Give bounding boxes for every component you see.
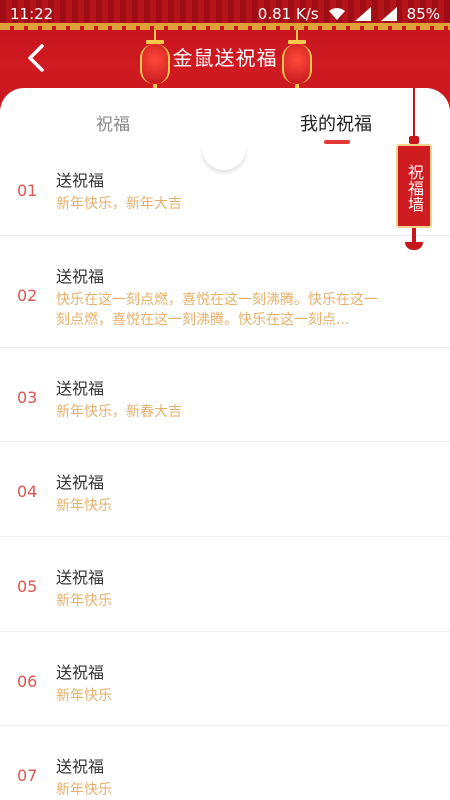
battery-level: 85% xyxy=(406,5,440,23)
signal-icon xyxy=(354,7,371,21)
wifi-icon xyxy=(328,8,345,20)
item-number: 05 xyxy=(17,577,38,596)
signal-icon-2 xyxy=(380,7,397,21)
item-number: 02 xyxy=(17,286,38,305)
item-number: 04 xyxy=(17,482,38,501)
list-item[interactable]: 01 送祝福 新年快乐，新年大吉 xyxy=(0,148,450,236)
item-subtitle: 新年快乐 xyxy=(56,498,112,514)
status-time: 11:22 xyxy=(10,5,54,23)
item-title: 送祝福 xyxy=(56,171,105,190)
network-speed: 0.81 K/s xyxy=(257,5,319,23)
item-number: 03 xyxy=(17,388,38,407)
list-item[interactable]: 05 送祝福 新年快乐 xyxy=(0,537,450,632)
active-tab-indicator xyxy=(324,140,350,144)
list-item[interactable]: 03 送祝福 新年快乐，新春大吉 xyxy=(0,348,450,442)
item-title: 送祝福 xyxy=(56,267,105,286)
list-item[interactable]: 06 送祝福 新年快乐 xyxy=(0,632,450,726)
page-title: 金鼠送祝福 xyxy=(172,46,278,70)
item-number: 06 xyxy=(17,672,38,691)
item-subtitle: 新年快乐，新春大吉 xyxy=(56,404,182,420)
blessing-list: 01 送祝福 新年快乐，新年大吉 02 送祝福 快乐在这一刻点燃，喜悦在这一刻沸… xyxy=(0,148,450,800)
list-item[interactable]: 04 送祝福 新年快乐 xyxy=(0,442,450,537)
item-number: 07 xyxy=(17,766,38,785)
item-number: 01 xyxy=(17,181,38,200)
list-item[interactable]: 02 送祝福 快乐在这一刻点燃，喜悦在这一刻沸腾。快乐在这一刻点燃，喜悦在这一刻… xyxy=(0,236,450,348)
blessing-wall-button[interactable]: 祝福墙 xyxy=(396,88,432,250)
item-subtitle: 新年快乐 xyxy=(56,688,112,704)
item-title: 送祝福 xyxy=(56,663,105,682)
blessing-wall-label: 祝福墙 xyxy=(396,144,432,228)
item-subtitle: 新年快乐 xyxy=(56,782,112,798)
item-title: 送祝福 xyxy=(56,757,105,776)
item-subtitle: 新年快乐 xyxy=(56,593,112,609)
tab-bar: 祝福 我的祝福 xyxy=(0,88,450,148)
tab-blessing[interactable]: 祝福 xyxy=(96,110,130,135)
item-title: 送祝福 xyxy=(56,379,105,398)
item-title: 送祝福 xyxy=(56,473,105,492)
tab-my-blessing[interactable]: 我的祝福 xyxy=(300,110,372,136)
item-title: 送祝福 xyxy=(56,568,105,587)
list-item[interactable]: 07 送祝福 新年快乐 xyxy=(0,726,450,800)
item-subtitle: 新年快乐，新年大吉 xyxy=(56,196,182,212)
item-subtitle: 快乐在这一刻点燃，喜悦在这一刻沸腾。快乐在这一刻点燃，喜悦在这一刻沸腾。快乐在这… xyxy=(56,292,378,328)
status-bar: 11:22 0.81 K/s 85% xyxy=(0,0,450,28)
